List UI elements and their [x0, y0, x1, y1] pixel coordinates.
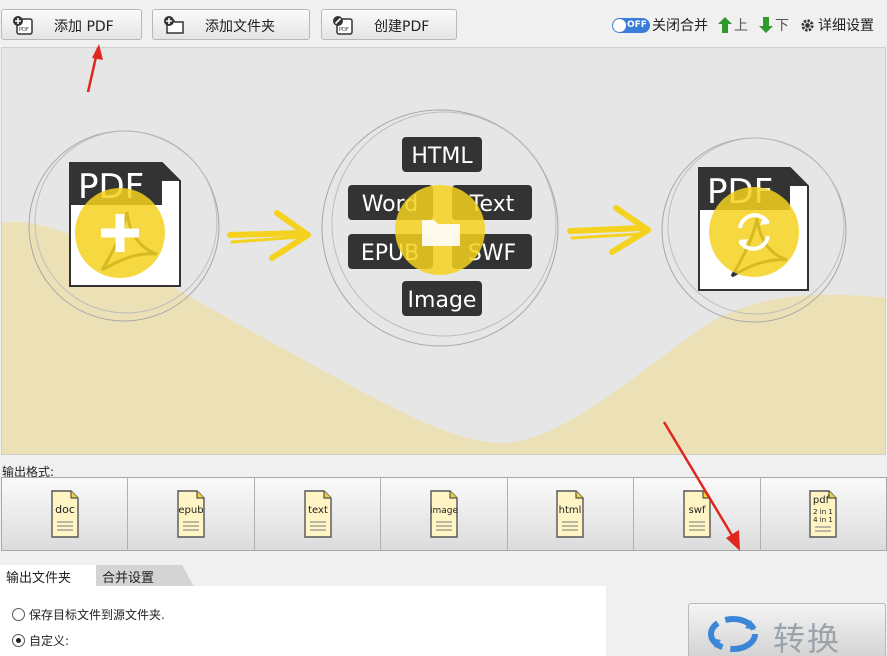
create-pdf-button[interactable]: PDF 创建PDF: [321, 9, 457, 40]
toggle-switch[interactable]: OFF: [612, 17, 650, 33]
arrow-down-icon: [759, 17, 773, 33]
svg-text:PDF: PDF: [339, 27, 349, 33]
format-doc-label: doc: [55, 503, 75, 516]
workflow-illustration: PDF HTML Word Text EPUB SWF Image: [2, 109, 885, 454]
format-html-label: HTML: [402, 137, 482, 172]
pdf-4in1-label: 4 in 1: [813, 516, 833, 524]
add-folder-label: 添加文件夹: [205, 19, 275, 35]
add-folder-button[interactable]: 添加文件夹: [152, 9, 310, 40]
format-html-item: html: [559, 505, 582, 516]
radio-custom[interactable]: [12, 634, 25, 647]
up-label: 上: [734, 18, 748, 34]
move-up-button[interactable]: 上: [718, 14, 748, 36]
format-image-text: Image: [408, 288, 477, 313]
svg-text:PDF: PDF: [19, 27, 29, 33]
pdf-file-icon: pdf 2 in 1 4 in 1: [809, 490, 837, 538]
format-pdf-item: pdf: [813, 495, 830, 506]
add-pdf-icon: PDF: [13, 16, 33, 35]
pdf-2in1-label: 2 in 1: [813, 508, 833, 516]
flow-arrow-left-icon: [227, 210, 311, 261]
toolbar: PDF 添加 PDF 添加文件夹 PDF 创建PDF OFF 关闭合并 上 下 …: [0, 0, 887, 46]
doc-file-icon: doc: [51, 490, 79, 538]
format-pdf-button[interactable]: pdf 2 in 1 4 in 1: [760, 478, 886, 550]
format-swf-item: swf: [688, 505, 705, 516]
down-label: 下: [775, 18, 789, 34]
swf-file-icon: swf: [683, 490, 711, 538]
merge-label: 关闭合并: [652, 18, 708, 34]
epub-file-icon: epub: [177, 490, 205, 538]
option-save-to-source-label: 保存目标文件到源文件夹.: [29, 608, 165, 622]
toggle-knob: [613, 18, 626, 32]
html-file-icon: html: [556, 490, 585, 538]
folder-center-icon: [395, 185, 485, 275]
format-epub-item: epub: [179, 505, 204, 516]
format-epub-button[interactable]: epub: [128, 478, 255, 550]
tab-merge-settings[interactable]: 合并设置: [96, 565, 194, 587]
settings-label: 详细设置: [818, 18, 874, 34]
format-text-button[interactable]: text: [254, 478, 382, 550]
create-pdf-label: 创建PDF: [374, 19, 430, 35]
convert-refresh-icon: [708, 616, 758, 652]
text-file-icon: text: [303, 490, 332, 538]
option-custom[interactable]: 自定义:: [12, 632, 69, 649]
option-custom-label: 自定义:: [29, 634, 70, 648]
add-pdf-button[interactable]: PDF 添加 PDF: [1, 9, 142, 40]
merge-toggle[interactable]: OFF 关闭合并: [612, 14, 708, 36]
format-image-label: Image: [402, 281, 482, 316]
format-doc-button[interactable]: doc: [2, 478, 129, 550]
gear-icon: [801, 18, 814, 32]
format-text-item: text: [308, 505, 328, 516]
settings-button[interactable]: 详细设置: [800, 14, 874, 36]
arrow-up-icon: [718, 17, 732, 33]
format-image-button[interactable]: image: [381, 478, 508, 550]
image-file-icon: image: [430, 490, 458, 538]
move-down-button[interactable]: 下: [759, 14, 789, 36]
add-folder-icon: [164, 16, 184, 34]
convert-label: 转换: [773, 620, 842, 656]
toggle-state: OFF: [627, 19, 647, 30]
option-save-to-source[interactable]: 保存目标文件到源文件夹.: [12, 606, 165, 623]
format-image-item: image: [430, 506, 458, 516]
radio-save-to-source[interactable]: [12, 608, 25, 621]
convert-button[interactable]: 转换: [688, 603, 886, 656]
drop-area[interactable]: PDF HTML Word Text EPUB SWF Image: [1, 47, 886, 455]
create-pdf-icon: PDF: [333, 16, 353, 35]
tab-output-folder[interactable]: 输出文件夹: [0, 565, 96, 587]
pdf-add-document-icon: PDF: [69, 162, 181, 287]
format-html-text: HTML: [411, 144, 473, 169]
output-format-bar: doc epub text image html swf pdf 2 in 1 …: [1, 477, 887, 551]
format-swf-button[interactable]: swf: [634, 478, 761, 550]
format-html-button[interactable]: html: [507, 478, 635, 550]
flow-arrow-right-icon: [567, 205, 651, 255]
pdf-convert-document-icon: PDF: [698, 167, 809, 291]
output-folder-panel: 保存目标文件到源文件夹. 自定义:: [0, 586, 606, 656]
add-pdf-label: 添加 PDF: [54, 19, 114, 35]
